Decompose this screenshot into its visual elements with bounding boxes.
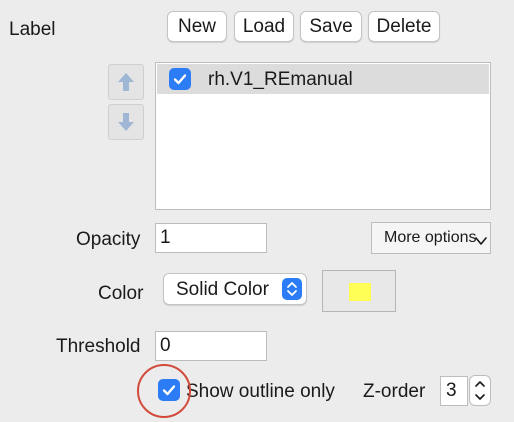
save-button[interactable]: Save [300, 11, 362, 42]
outline-label: Show outline only [186, 381, 335, 402]
opacity-label: Opacity [76, 229, 141, 250]
annotation-circle [137, 364, 191, 418]
color-label: Color [98, 283, 144, 304]
z-order-label: Z-order [363, 381, 426, 402]
color-swatch [349, 283, 371, 301]
chevron-up-icon[interactable] [474, 379, 486, 389]
delete-button[interactable]: Delete [368, 11, 440, 42]
color-mode-select[interactable]: Solid Color [163, 273, 307, 305]
move-up-button[interactable] [108, 64, 144, 100]
chevron-down-icon [475, 237, 487, 245]
threshold-label: Threshold [56, 336, 141, 357]
updown-chevron-icon [282, 278, 302, 300]
arrow-down-icon [118, 113, 134, 131]
load-button[interactable]: Load [234, 11, 294, 42]
move-down-button[interactable] [108, 104, 144, 140]
labels-list[interactable]: rh.V1_REmanual [155, 62, 491, 210]
threshold-input[interactable]: 0 [155, 331, 267, 361]
opacity-input[interactable]: 1 [155, 223, 267, 253]
color-picker-button[interactable] [322, 270, 396, 312]
checkmark-icon [173, 74, 187, 85]
label-section-title: Label [9, 19, 56, 40]
z-order-input[interactable]: 3 [440, 376, 468, 406]
more-options-button[interactable]: More options [371, 222, 491, 254]
arrow-up-icon [118, 73, 134, 91]
label-name: rh.V1_REmanual [208, 69, 353, 90]
z-order-stepper[interactable] [469, 375, 491, 406]
more-options-label: More options [384, 229, 477, 246]
label-visibility-checkbox[interactable] [169, 68, 191, 90]
color-mode-value: Solid Color [176, 279, 269, 300]
list-item[interactable]: rh.V1_REmanual [157, 64, 489, 94]
new-button[interactable]: New [167, 11, 227, 42]
chevron-down-icon[interactable] [474, 392, 486, 402]
